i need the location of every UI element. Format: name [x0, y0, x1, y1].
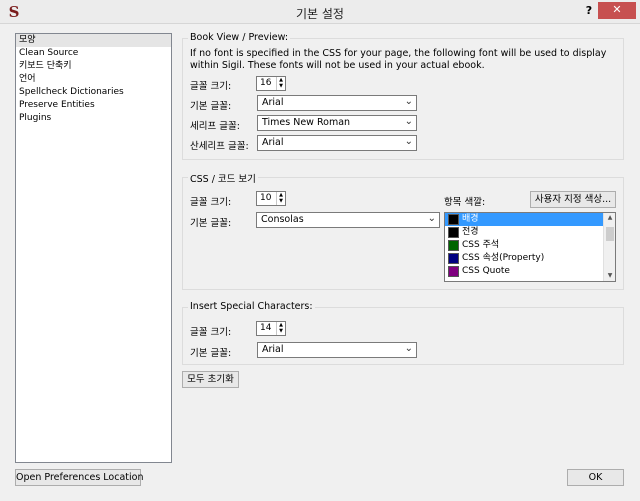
book-view-note: If no font is specified in the CSS for y… [190, 48, 607, 71]
color-item-label: 배경 [462, 214, 479, 224]
color-swatch [448, 253, 459, 264]
book-view-serif-font-value: Times New Roman [262, 117, 351, 128]
color-item-label: CSS 주석 [462, 240, 500, 250]
special-chars-font-size-spinbox[interactable]: 14 ▲ ▼ [256, 321, 286, 336]
title-bar: S 기본 설정 ? ✕ [0, 0, 640, 24]
color-swatch [448, 266, 459, 277]
css-font-size-label: 글꼴 크기: [190, 197, 232, 208]
book-view-font-size-label: 글꼴 크기: [190, 81, 232, 92]
scroll-up-icon[interactable]: ▲ [604, 213, 615, 223]
preferences-category-list[interactable]: 모양 Clean Source 키보드 단축키 언어 Spellcheck Di… [15, 33, 172, 463]
color-swatch [448, 214, 459, 225]
color-item-css-property[interactable]: CSS 속성(Property) [445, 252, 615, 265]
book-view-font-size-value: 16 [260, 78, 272, 88]
chevron-down-icon: ⌄ [404, 96, 413, 107]
spin-arrows-icon[interactable]: ▲ ▼ [276, 77, 285, 90]
close-button[interactable]: ✕ [598, 2, 636, 19]
chevron-down-icon: ⌄ [404, 116, 413, 127]
spin-arrows-icon[interactable]: ▲ ▼ [276, 192, 285, 205]
reset-all-button[interactable]: 모두 초기화 [182, 371, 239, 388]
open-preferences-location-button[interactable]: Open Preferences Location [15, 469, 143, 486]
sidebar-item-preserve-entities[interactable]: Preserve Entities [16, 99, 171, 112]
special-chars-standard-font-value: Arial [262, 344, 284, 355]
color-item-label: 전경 [462, 227, 479, 237]
chevron-down-icon: ⌄ [427, 213, 436, 224]
custom-color-button[interactable]: 사용자 지정 색상... [530, 191, 616, 208]
chevron-down-icon: ⌄ [404, 136, 413, 147]
book-view-sans-serif-font-label: 산세리프 글꼴: [190, 141, 249, 152]
item-color-label: 항목 색깔: [444, 197, 486, 208]
sidebar-item-keyboard-shortcuts[interactable]: 키보드 단축키 [16, 60, 171, 73]
ok-button[interactable]: OK [567, 469, 624, 486]
special-chars-font-size-value: 14 [260, 323, 272, 333]
color-item-list[interactable]: 배경 전경 CSS 주석 CSS 속성(Property) CSS Quote … [444, 212, 616, 282]
book-view-serif-font-label: 세리프 글꼴: [190, 121, 240, 132]
special-chars-standard-font-label: 기본 글꼴: [190, 348, 232, 359]
sidebar-item-language[interactable]: 언어 [16, 73, 171, 86]
book-view-standard-font-combo[interactable]: Arial ⌄ [257, 95, 417, 111]
special-characters-group-title: Insert Special Characters: [188, 301, 315, 312]
book-view-sans-serif-font-combo[interactable]: Arial ⌄ [257, 135, 417, 151]
color-swatch [448, 240, 459, 251]
special-chars-standard-font-combo[interactable]: Arial ⌄ [257, 342, 417, 358]
color-item-background[interactable]: 배경 [445, 213, 615, 226]
sidebar-item-clean-source[interactable]: Clean Source [16, 47, 171, 60]
sidebar-item-spellcheck-dictionaries[interactable]: Spellcheck Dictionaries [16, 86, 171, 99]
help-button[interactable]: ? [582, 3, 596, 19]
chevron-down-icon: ⌄ [404, 343, 413, 354]
color-swatch [448, 227, 459, 238]
css-code-view-group-title: CSS / 코드 보기 [188, 171, 258, 185]
book-view-standard-font-label: 기본 글꼴: [190, 101, 232, 112]
book-view-group-title: Book View / Preview: [188, 32, 291, 43]
color-item-label: CSS 속성(Property) [462, 253, 545, 263]
book-view-sans-serif-font-value: Arial [262, 137, 284, 148]
scrollbar-thumb[interactable] [606, 227, 614, 241]
sidebar-item-plugins[interactable]: Plugins [16, 112, 171, 125]
css-standard-font-combo[interactable]: Consolas ⌄ [256, 212, 440, 228]
book-view-font-size-spinbox[interactable]: 16 ▲ ▼ [256, 76, 286, 91]
color-list-scrollbar[interactable]: ▲ ▼ [603, 213, 615, 281]
window-title: 기본 설정 [296, 7, 344, 21]
color-item-css-comment[interactable]: CSS 주석 [445, 239, 615, 252]
book-view-standard-font-value: Arial [262, 97, 284, 108]
color-item-css-quote[interactable]: CSS Quote [445, 265, 615, 278]
css-standard-font-value: Consolas [261, 214, 304, 225]
scroll-down-icon[interactable]: ▼ [604, 271, 615, 281]
css-font-size-spinbox[interactable]: 10 ▲ ▼ [256, 191, 286, 206]
css-font-size-value: 10 [260, 193, 272, 203]
color-item-label: CSS Quote [462, 266, 510, 276]
book-view-serif-font-combo[interactable]: Times New Roman ⌄ [257, 115, 417, 131]
sidebar-item-appearance[interactable]: 모양 [16, 34, 171, 47]
css-standard-font-label: 기본 글꼴: [190, 218, 232, 229]
spin-arrows-icon[interactable]: ▲ ▼ [276, 322, 285, 335]
color-item-foreground[interactable]: 전경 [445, 226, 615, 239]
special-chars-font-size-label: 글꼴 크기: [190, 327, 232, 338]
